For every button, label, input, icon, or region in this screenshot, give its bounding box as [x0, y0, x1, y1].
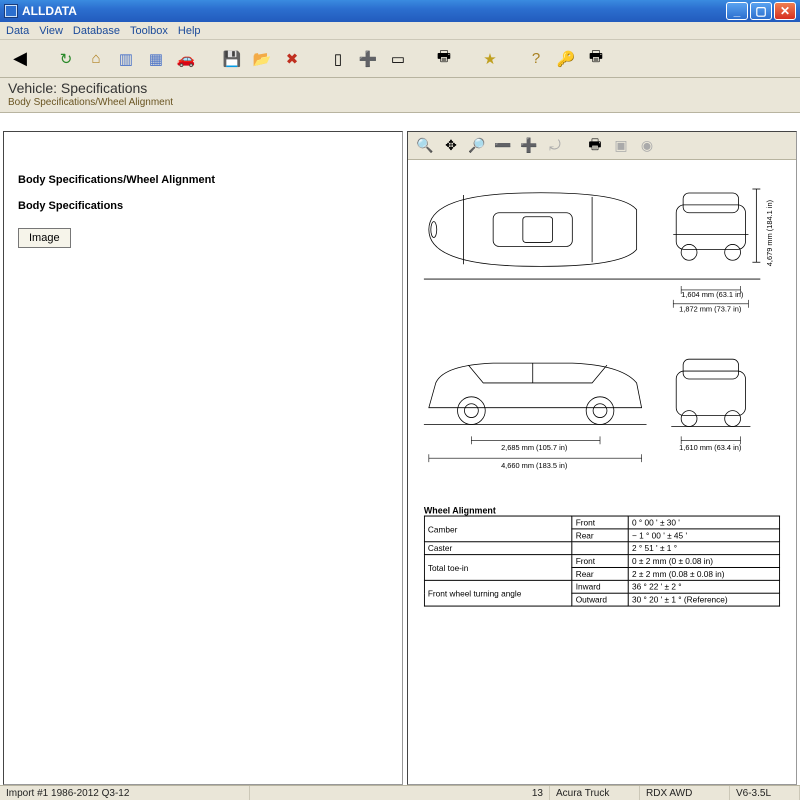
save-icon[interactable]: 💾 — [220, 47, 244, 71]
list-icon[interactable]: ▦ — [144, 47, 168, 71]
dim-length: 4,660 mm (183.5 in) — [501, 461, 567, 470]
status-model: RDX AWD — [640, 786, 730, 800]
menu-help[interactable]: Help — [178, 25, 201, 37]
copy-icon[interactable]: ▣ — [610, 135, 632, 157]
dim-front-w1: 1,604 mm (63.1 in) — [681, 290, 743, 299]
status-id: 13 — [526, 786, 550, 800]
bookmark-icon[interactable]: ★ — [478, 47, 502, 71]
car-icon[interactable]: 🚗 — [174, 47, 198, 71]
doc-icon[interactable]: ▯ — [326, 47, 350, 71]
table-row: Total toe-in Front 0 ± 2 mm (0 ± 0.08 in… — [424, 555, 779, 568]
left-heading2: Body Specifications — [18, 200, 388, 212]
wa-title: Wheel Alignment — [424, 506, 780, 516]
dim-wheelbase: 2,685 mm (105.7 in) — [501, 443, 567, 452]
zoom-fit-icon[interactable]: ➕ — [518, 135, 540, 157]
record-icon[interactable]: ▭ — [386, 47, 410, 71]
status-bar: Import #1 1986-2012 Q3-12 13 Acura Truck… — [0, 785, 800, 800]
menu-view[interactable]: View — [39, 25, 63, 37]
window-titlebar: ALLDATA _ ▢ ✕ — [0, 0, 800, 22]
zoom-tool-icon[interactable]: 🔎 — [466, 135, 488, 157]
folder-icon[interactable]: 📂 — [250, 47, 274, 71]
add-icon[interactable]: ➕ — [356, 47, 380, 71]
left-heading: Body Specifications/Wheel Alignment — [18, 174, 388, 186]
dim-front-w2: 1,872 mm (73.7 in) — [679, 305, 741, 314]
refresh-icon[interactable]: ↻ — [54, 47, 78, 71]
breadcrumb: Body Specifications/Wheel Alignment — [8, 97, 792, 108]
left-pane: Body Specifications/Wheel Alignment Body… — [3, 131, 403, 785]
car-side-view — [424, 363, 647, 424]
table-row: Camber Front 0 ° 00 ' ± 30 ' — [424, 516, 779, 529]
vehicle-diagram: 4,679 mm (184.1 in) 1,604 mm (63.1 in) 1… — [408, 160, 796, 784]
wheel-alignment-table: Camber Front 0 ° 00 ' ± 30 ' Rear − 1 ° … — [424, 516, 780, 607]
page-icon[interactable]: ▥ — [114, 47, 138, 71]
car-top-view — [429, 193, 637, 267]
maximize-button[interactable]: ▢ — [750, 2, 772, 20]
right-pane: 🔍 ✥ 🔎 ➖ ➕ ⤾ 🖶 ▣ ◉ — [407, 131, 797, 785]
reset-zoom-icon[interactable]: ⤾ — [544, 135, 566, 157]
menu-toolbox[interactable]: Toolbox — [130, 25, 168, 37]
app-icon — [4, 4, 18, 18]
home-icon[interactable]: ⌂ — [84, 47, 108, 71]
pan-icon[interactable]: ✥ — [440, 135, 462, 157]
print2-icon[interactable]: 🖶 — [584, 47, 608, 71]
zoom-out-icon[interactable]: ➖ — [492, 135, 514, 157]
app-title: ALLDATA — [22, 4, 724, 18]
zoom-in-icon[interactable]: 🔍 — [414, 135, 436, 157]
main-toolbar: ◀ ↻ ⌂ ▥ ▦ 🚗 💾 📂 ✖ ▯ ➕ ▭ 🖶 ★ ? 🔑 🖶 — [0, 40, 800, 78]
dim-height: 4,679 mm (184.1 in) — [765, 200, 774, 266]
close-button[interactable]: ✕ — [774, 2, 796, 20]
table-row: Caster 2 ° 51 ' ± 1 ° — [424, 542, 779, 555]
dim-rear-w: 1,610 mm (63.4 in) — [679, 443, 741, 452]
camera-icon[interactable]: ◉ — [636, 135, 658, 157]
back-button[interactable]: ◀ — [8, 47, 32, 71]
menu-bar: Data View Database Toolbox Help — [0, 22, 800, 40]
nav-header: Vehicle: Specifications Body Specificati… — [0, 78, 800, 113]
key-icon[interactable]: 🔑 — [554, 47, 578, 71]
print-icon[interactable]: 🖶 — [432, 47, 456, 71]
page-title: Vehicle: Specifications — [8, 80, 792, 96]
minimize-button[interactable]: _ — [726, 2, 748, 20]
menu-database[interactable]: Database — [73, 25, 120, 37]
status-import: Import #1 1986-2012 Q3-12 — [0, 786, 250, 800]
status-make: Acura Truck — [550, 786, 640, 800]
table-row: Front wheel turning angle Inward 36 ° 22… — [424, 580, 779, 593]
status-engine: V6-3.5L — [730, 786, 800, 800]
image-button[interactable]: Image — [18, 228, 71, 248]
car-front-view — [673, 189, 760, 262]
help-icon[interactable]: ? — [524, 47, 548, 71]
print-image-icon[interactable]: 🖶 — [584, 135, 606, 157]
image-toolbar: 🔍 ✥ 🔎 ➖ ➕ ⤾ 🖶 ▣ ◉ — [408, 132, 796, 160]
car-rear-view — [671, 359, 750, 426]
menu-data[interactable]: Data — [6, 25, 29, 37]
delete-icon[interactable]: ✖ — [280, 47, 304, 71]
